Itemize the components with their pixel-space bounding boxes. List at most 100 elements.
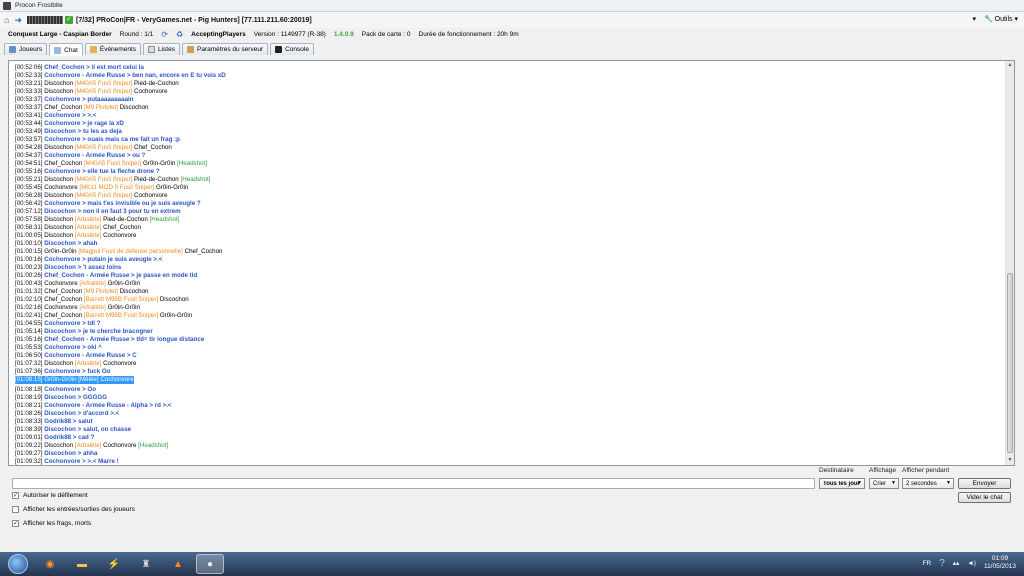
chat-line[interactable]: [01:09:01] Godrik88 > cad ? xyxy=(15,434,1003,442)
chat-line[interactable]: [01:05:14] Discochon > je te cherche bra… xyxy=(15,328,1003,336)
chat-line[interactable]: [01:00:16] Cochonvore > putain je suis a… xyxy=(15,256,1003,264)
chat-line[interactable]: [01:08:33] Godrik88 > salut xyxy=(15,418,1003,426)
option-show-kills[interactable]: ✓ Afficher les frags, morts xyxy=(12,520,91,527)
chat-line[interactable]: [00:56:28] Discochon [M40A5 Fusil Sniper… xyxy=(15,192,1003,200)
chat-line[interactable]: [01:00:05] Discochon [Arbalète] Cochonvo… xyxy=(15,232,1003,240)
checkbox-allow-scroll[interactable]: ✓ xyxy=(12,492,19,499)
language-indicator[interactable]: FR xyxy=(923,560,932,567)
chat-line[interactable]: [01:09:32] Cochonvore > >.< Marre ! xyxy=(15,458,1003,465)
chat-line[interactable]: [01:00:15] Gr0in-Gr0in [Magpul Fusil de … xyxy=(15,248,1003,256)
chat-line[interactable]: [00:52:33] Cochonvore - Armée Russe > be… xyxy=(15,72,1003,80)
chat-line[interactable]: [01:08:21] Cochonvore - Armée Russe - Al… xyxy=(15,402,1003,410)
folder-icon[interactable]: ▬ xyxy=(68,554,96,574)
chat-line[interactable]: [01:01:32] Chef_Cochon [M9 Pistolet] Dis… xyxy=(15,288,1003,296)
chat-timestamp: [00:57:58] xyxy=(15,216,43,223)
chat-line[interactable]: [00:54:28] Discochon [M40A5 Fusil Sniper… xyxy=(15,144,1003,152)
chat-line[interactable]: [01:00:26] Chef_Cochon - Armée Russe > j… xyxy=(15,272,1003,280)
tools-menu[interactable]: 🔧 Outils ▾ xyxy=(984,15,1018,23)
option-label: Autoriser le défilement xyxy=(23,492,88,499)
message-input[interactable] xyxy=(12,478,815,489)
round-info: Round : 1/1 xyxy=(119,31,154,38)
chat-line[interactable]: [00:57:12] Discochon > non il en faut 3 … xyxy=(15,208,1003,216)
chat-line[interactable]: [00:55:45] Cochonvore [MK11 MOD 0 Fusil … xyxy=(15,184,1003,192)
chat-line[interactable]: [01:05:16] Chef_Cochon - Armée Russe > t… xyxy=(15,336,1003,344)
chat-line[interactable]: [00:55:21] Discochon [M40A5 Fusil Sniper… xyxy=(15,176,1003,184)
clock[interactable]: 01:09 11/05/2013 xyxy=(984,555,1016,571)
chat-line[interactable]: [01:02:16] Cochonvore [Arbalète] Gr0in-G… xyxy=(15,304,1003,312)
chat-line[interactable]: [00:53:37] Chef_Cochon [M9 Pistolet] Dis… xyxy=(15,104,1003,112)
chat-line[interactable]: [00:53:41] Cochonvore > >.< xyxy=(15,112,1003,120)
chat-timestamp: [01:00:23] xyxy=(15,264,43,271)
chat-line[interactable]: [00:52:06] Chef_Cochon > il est mort cel… xyxy=(15,64,1003,72)
tab-server-settings[interactable]: Paramètres du serveur xyxy=(181,43,269,55)
chat-line[interactable]: [00:53:57] Cochonvore > ouais mais ca me… xyxy=(15,136,1003,144)
chat-line[interactable]: [00:56:42] Cochonvore > mais t'es invisi… xyxy=(15,200,1003,208)
forward-arrow-icon[interactable]: ➜ xyxy=(14,15,22,25)
settings-icon xyxy=(186,46,194,53)
chat-line[interactable]: [01:00:10] Discochon > ahah xyxy=(15,240,1003,248)
chat-line[interactable]: [00:53:33] Discochon [M40A5 Fusil Sniper… xyxy=(15,88,1003,96)
send-button[interactable]: Envoyer xyxy=(958,478,1011,489)
chat-line[interactable]: [01:09:27] Discochon > ahha xyxy=(15,450,1003,458)
checkbox-show-kills[interactable]: ✓ xyxy=(12,520,19,527)
chat-line[interactable]: [00:54:37] Cochonvore - Armée Russe > ou… xyxy=(15,152,1003,160)
chat-line[interactable]: [01:06:50] Cochonvore - Armée Russe > C xyxy=(15,352,1003,360)
chat-text: Cochonvore > ouais mais ca me fait un fr… xyxy=(44,136,180,143)
chat-line[interactable]: [01:08:19] Discochon > GGGGG xyxy=(15,394,1003,402)
scroll-up-arrow-icon[interactable]: ▲ xyxy=(1006,61,1014,70)
clear-chat-button[interactable]: Vider le chat xyxy=(958,492,1011,503)
checkbox-show-joins[interactable] xyxy=(12,506,19,513)
tab-players[interactable]: Joueurs xyxy=(4,43,48,55)
chat-scrollbar[interactable]: ▲ ▼ xyxy=(1005,61,1014,465)
duration-select[interactable]: 2 secondes ▼ xyxy=(902,478,954,489)
scroll-down-arrow-icon[interactable]: ▼ xyxy=(1006,456,1014,465)
chat-line[interactable]: [00:53:49] Discochon > tu les as deja xyxy=(15,128,1003,136)
chat-line[interactable]: [00:53:37] Cochonvore > putaaaaaaaaain xyxy=(15,96,1003,104)
network-icon[interactable]: ▴▴ xyxy=(953,559,960,567)
chat-line[interactable]: [00:53:44] Cochonvore > je rage la xD xyxy=(15,120,1003,128)
scroll-thumb[interactable] xyxy=(1007,273,1013,453)
help-icon[interactable]: ? xyxy=(939,558,945,569)
chat-line[interactable]: [00:54:51] Chef_Cochon [M40A5 Fusil Snip… xyxy=(15,160,1003,168)
chat-line[interactable]: [01:08:26] Discochon > d'accord >.< xyxy=(15,410,1003,418)
winamp-icon[interactable]: ⚡ xyxy=(100,554,128,574)
option-allow-scroll[interactable]: ✓ Autoriser le défilement xyxy=(12,492,88,499)
chat-line[interactable]: [01:04:55] Cochonvore > tdl ? xyxy=(15,320,1003,328)
option-label: Afficher les frags, morts xyxy=(23,520,92,527)
tab-chat[interactable]: Chat xyxy=(49,43,83,56)
tab-events[interactable]: Événements xyxy=(84,43,141,55)
chat-line[interactable]: [01:08:39] Discochon > salut, on chasse xyxy=(15,426,1003,434)
tools-label: Outils xyxy=(994,16,1013,23)
chat-line[interactable]: [00:58:31] Discochon [Arbalète] Chef_Coc… xyxy=(15,224,1003,232)
chat-line[interactable]: [01:05:53] Cochonvore > oki ^ xyxy=(15,344,1003,352)
chat-line[interactable]: [01:07:36] Cochonvore > fuck Oo xyxy=(15,368,1003,376)
vlc-icon[interactable]: ▲ xyxy=(164,554,192,574)
refresh-icon[interactable]: ⟳ xyxy=(161,30,168,39)
chat-line[interactable]: [00:53:21] Discochon [M40A5 Fusil Sniper… xyxy=(15,80,1003,88)
volume-icon[interactable]: ◄) xyxy=(967,560,976,567)
chat-timestamp: [00:56:42] xyxy=(15,200,43,207)
firefox-icon[interactable]: ◉ xyxy=(36,554,64,574)
chat-line[interactable]: [01:08:15] Gr0in-Gr0in [Mêlée] Cochonvor… xyxy=(15,376,134,384)
dropdown-arrow-icon[interactable]: ▾ xyxy=(972,15,976,23)
battlelog-icon[interactable]: ♜ xyxy=(132,554,160,574)
chat-line[interactable]: [01:02:41] Chef_Cochon [Barrett M98B Fus… xyxy=(15,312,1003,320)
chat-line[interactable]: [01:08:18] Cochonvore > Oo xyxy=(15,386,1003,394)
chat-line[interactable]: [01:00:23] Discochon > 't assez loins xyxy=(15,264,1003,272)
chat-line[interactable]: [00:55:16] Cochonvore > elle tue la flec… xyxy=(15,168,1003,176)
chat-line[interactable]: [01:00:43] Cochonvore [Arbalète] Gr0in-G… xyxy=(15,280,1003,288)
map-name: Conquest Large - Caspian Border xyxy=(8,31,112,38)
start-button[interactable] xyxy=(8,554,28,574)
chat-log[interactable]: [00:52:06] Chef_Cochon > il est mort cel… xyxy=(8,60,1015,466)
procon-taskbar-icon[interactable]: ● xyxy=(196,554,224,574)
recipient-select[interactable]: Tous les joueurs ▼ xyxy=(819,478,865,489)
chat-line[interactable]: [01:09:22] Discochon [Arbalète] Cochonvo… xyxy=(15,442,1003,450)
display-select[interactable]: Crier ▼ xyxy=(869,478,899,489)
chat-line[interactable]: [01:07:32] Discochon [Arbalète] Cochonvo… xyxy=(15,360,1003,368)
tab-lists[interactable]: Listes xyxy=(143,43,180,55)
tab-console[interactable]: Console xyxy=(270,43,314,55)
chat-line[interactable]: [00:57:58] Discochon [Arbalète] Pied-de-… xyxy=(15,216,1003,224)
option-show-joins[interactable]: Afficher les entrées/sorties des joueurs xyxy=(12,506,135,513)
home-icon[interactable]: ⌂ xyxy=(4,15,9,25)
chat-line[interactable]: [01:02:10] Chef_Cochon [Barrett M98B Fus… xyxy=(15,296,1003,304)
